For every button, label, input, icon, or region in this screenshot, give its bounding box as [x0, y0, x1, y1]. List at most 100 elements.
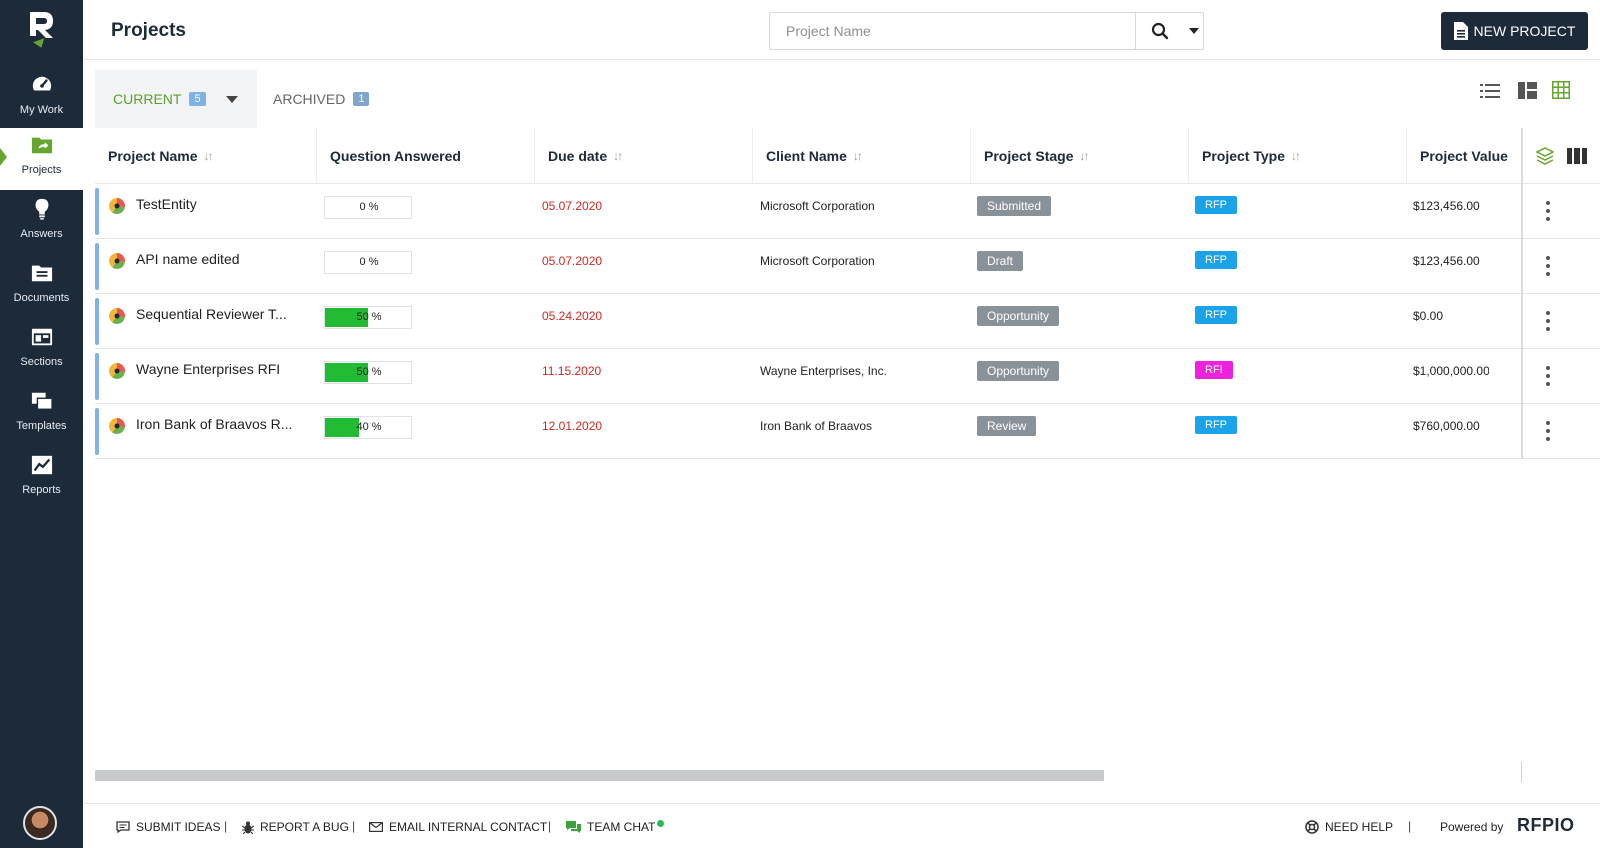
templates-icon — [31, 392, 53, 410]
table-row[interactable]: API name edited 0 % 05.07.2020 Microsoft Co… — [95, 239, 1600, 294]
search-icon — [1151, 22, 1168, 40]
project-name-link[interactable]: Sequential Reviewer T... — [136, 306, 306, 322]
search-options-dropdown[interactable] — [1183, 13, 1204, 49]
sort-icon[interactable]: ↓↑ — [1079, 149, 1089, 163]
progress-bar: 40 % — [324, 416, 412, 439]
type-badge: RFP — [1195, 251, 1237, 269]
project-name-link[interactable]: TestEntity — [136, 196, 306, 212]
tab-current[interactable]: CURRENT 5 — [95, 70, 257, 128]
user-avatar[interactable] — [23, 806, 57, 840]
due-date: 11.15.2020 — [542, 364, 602, 378]
stage-badge: Submitted — [977, 196, 1052, 216]
bug-icon — [242, 821, 254, 834]
project-name-link[interactable]: Wayne Enterprises RFI — [136, 361, 306, 377]
caret-down-icon — [1188, 28, 1199, 34]
sidebar-item-projects[interactable]: Projects — [0, 128, 83, 190]
progress-label: 0 % — [359, 256, 379, 268]
sections-icon — [31, 328, 52, 346]
sort-icon[interactable]: ↓↑ — [853, 149, 863, 163]
table-row[interactable]: Iron Bank of Braavos R... 40 % 12.01.2020 I… — [95, 404, 1600, 459]
board-view-icon[interactable] — [1518, 82, 1537, 99]
email-internal-contact-link[interactable]: EMAIL INTERNAL CONTACT — [369, 820, 547, 834]
powered-by-label: Powered by — [1440, 820, 1504, 834]
progress-bar: 50 % — [324, 306, 412, 329]
new-project-label: NEW PROJECT — [1473, 23, 1576, 39]
submit-ideas-link[interactable]: SUBMIT IDEAS — [116, 820, 220, 834]
more-options-icon[interactable] — [1546, 201, 1550, 221]
chat-icon — [566, 820, 581, 833]
tab-archived-count-badge: 1 — [353, 92, 370, 106]
sidebar-item-answers[interactable]: Answers — [0, 192, 83, 254]
horizontal-scrollbar[interactable] — [95, 770, 1104, 781]
search-input[interactable] — [770, 13, 1135, 49]
divider — [1521, 762, 1522, 782]
type-badge: RFP — [1195, 416, 1237, 434]
due-date: 05.07.2020 — [542, 199, 603, 213]
progress-label: 50 % — [356, 311, 382, 323]
footer-separator: | — [352, 819, 356, 833]
sidebar-item-label: Reports — [22, 484, 61, 496]
team-chat-link[interactable]: TEAM CHAT — [566, 819, 665, 834]
progress-bar: 50 % — [324, 361, 412, 384]
rfpio-logo-icon[interactable] — [26, 10, 56, 50]
table-row[interactable]: TestEntity 0 % 05.07.2020 Microsoft Corpora… — [95, 184, 1600, 239]
tab-archived-label: ARCHIVED — [273, 91, 346, 107]
sidebar-item-sections[interactable]: Sections — [0, 320, 83, 382]
footer-separator: | — [224, 819, 228, 833]
column-header-project-name[interactable]: Project Name ↓↑ — [95, 128, 317, 184]
list-view-icon[interactable] — [1480, 84, 1500, 98]
lifebuoy-icon — [1305, 820, 1319, 834]
grid-view-icon[interactable] — [1552, 81, 1570, 99]
sidebar-item-templates[interactable]: Templates — [0, 384, 83, 446]
tab-current-label: CURRENT — [113, 91, 182, 107]
column-header-project-stage[interactable]: Project Stage ↓↑ — [971, 128, 1189, 184]
sort-icon[interactable]: ↓↑ — [613, 149, 623, 163]
header: Projects NEW PROJECT — [83, 0, 1600, 60]
sort-icon[interactable]: ↓↑ — [1291, 149, 1301, 163]
page-title: Projects — [111, 20, 186, 41]
document-icon — [1453, 22, 1468, 40]
report-bug-link[interactable]: REPORT A BUG — [242, 820, 349, 834]
column-header-project-value[interactable]: Project Value — [1407, 128, 1521, 184]
stage-badge: Review — [977, 416, 1037, 436]
lightbulb-icon — [35, 198, 48, 220]
table-row[interactable]: Wayne Enterprises RFI 50 % 11.15.2020 Wayne… — [95, 349, 1600, 404]
chart-icon — [31, 455, 52, 475]
project-name-link[interactable]: Iron Bank of Braavos R... — [136, 416, 306, 432]
column-header-client-name[interactable]: Client Name ↓↑ — [753, 128, 971, 184]
progress-label: 40 % — [356, 421, 382, 433]
project-value: $123,456.00 — [1413, 199, 1480, 213]
comment-icon — [116, 821, 130, 833]
sidebar-item-my-work[interactable]: My Work — [0, 68, 83, 130]
sidebar-item-reports[interactable]: Reports — [0, 448, 83, 510]
chevron-down-icon[interactable] — [225, 95, 238, 103]
project-value: $760,000.00 — [1413, 419, 1480, 433]
layers-icon[interactable] — [1535, 147, 1554, 165]
project-name-link[interactable]: API name edited — [136, 251, 306, 267]
search-button[interactable] — [1135, 13, 1183, 49]
sort-icon[interactable]: ↓↑ — [203, 149, 213, 163]
columns-icon[interactable] — [1567, 148, 1588, 164]
project-value: $123,456.00 — [1413, 254, 1480, 268]
sidebar-item-documents[interactable]: Documents — [0, 256, 83, 318]
pie-chart-icon — [109, 363, 126, 380]
more-options-icon[interactable] — [1546, 421, 1550, 441]
table-row[interactable]: Sequential Reviewer T... 50 % 05.24.2020 Op… — [95, 294, 1600, 349]
folder-doc-icon — [31, 265, 52, 282]
column-header-due-date[interactable]: Due date ↓↑ — [535, 128, 753, 184]
progress-bar: 0 % — [324, 196, 412, 219]
folder-share-icon — [31, 137, 52, 154]
footer: SUBMIT IDEAS | REPORT A BUG | EMAIL INTE… — [83, 803, 1600, 848]
more-options-icon[interactable] — [1546, 256, 1550, 276]
sidebar-item-label: Answers — [20, 228, 63, 240]
type-badge: RFP — [1195, 306, 1237, 324]
need-help-link[interactable]: NEED HELP — [1305, 820, 1393, 834]
stage-badge: Draft — [977, 251, 1024, 271]
column-header-project-type[interactable]: Project Type ↓↑ — [1189, 128, 1407, 184]
row-accent-bar — [95, 243, 99, 290]
tab-archived[interactable]: ARCHIVED 1 — [273, 70, 370, 128]
more-options-icon[interactable] — [1546, 311, 1550, 331]
more-options-icon[interactable] — [1546, 366, 1550, 386]
column-header-question-answered[interactable]: Question Answered — [317, 128, 535, 184]
new-project-button[interactable]: NEW PROJECT — [1441, 12, 1588, 50]
